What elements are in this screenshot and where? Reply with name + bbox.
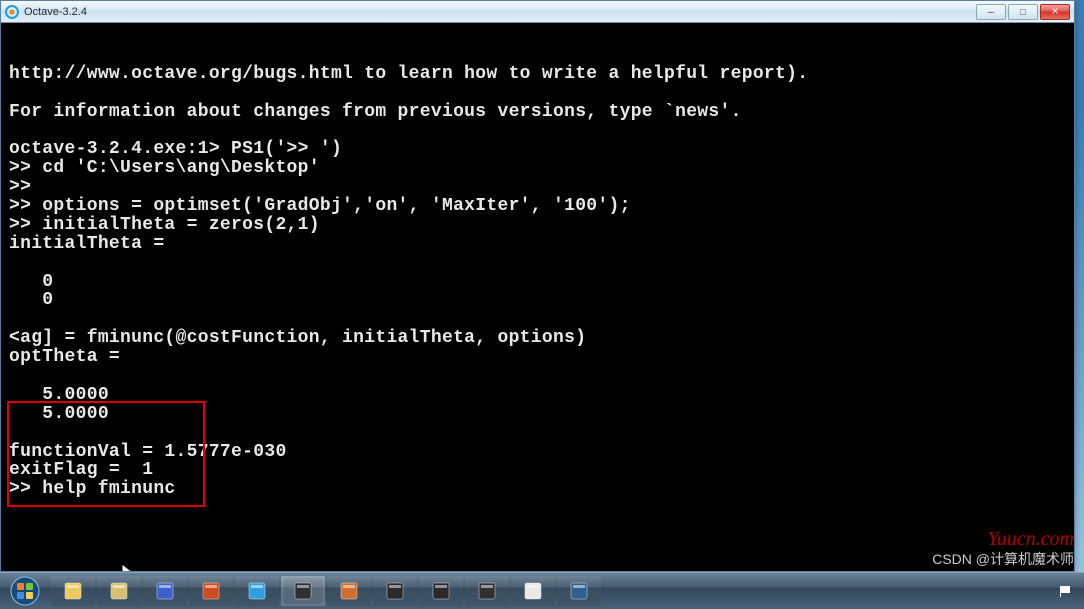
terminal-line	[9, 121, 1066, 140]
terminal[interactable]: http://www.octave.org/bugs.html to learn…	[1, 23, 1074, 571]
terminal-line: 5.0000	[9, 386, 1066, 405]
terminal-line: http://www.octave.org/bugs.html to learn…	[9, 65, 1066, 84]
terminal-line: >> options = optimset('GradObj','on', 'M…	[9, 197, 1066, 216]
terminal-line: initialTheta =	[9, 235, 1066, 254]
start-button[interactable]	[4, 574, 46, 608]
terminal-line	[9, 424, 1066, 443]
recorder-icon[interactable]	[419, 576, 463, 606]
editor-icon	[476, 580, 498, 602]
close-button[interactable]: ✕	[1040, 4, 1070, 20]
maximize-button[interactable]: □	[1008, 4, 1038, 20]
terminal-line: <ag] = fminunc(@costFunction, initialThe…	[9, 329, 1066, 348]
taskbar[interactable]	[0, 572, 1084, 609]
mouse-cursor-icon	[121, 563, 139, 571]
mozilla-icon[interactable]	[143, 576, 187, 606]
titlebar[interactable]: Octave-3.2.4 ─ □ ✕	[1, 1, 1074, 23]
explorer-icon	[62, 580, 84, 602]
action-center-icon[interactable]	[1058, 584, 1072, 598]
yuucn-watermark: Yuucn.com	[988, 528, 1074, 551]
terminal-line: >> cd 'C:\Users\ang\Desktop'	[9, 159, 1066, 178]
octave-icon[interactable]	[235, 576, 279, 606]
powerpoint-icon[interactable]	[189, 576, 233, 606]
terminal-line	[9, 367, 1066, 386]
terminal-line: exitFlag = 1	[9, 461, 1066, 480]
file-icon	[522, 580, 544, 602]
explorer-icon[interactable]	[51, 576, 95, 606]
camtasia-icon[interactable]	[373, 576, 417, 606]
editor-icon[interactable]	[465, 576, 509, 606]
file-icon[interactable]	[511, 576, 555, 606]
terminal-output: http://www.octave.org/bugs.html to learn…	[9, 65, 1066, 499]
powerpoint-icon	[200, 580, 222, 602]
terminal-line: For information about changes from previ…	[9, 103, 1066, 122]
terminal-line: 0	[9, 291, 1066, 310]
minimize-button[interactable]: ─	[976, 4, 1006, 20]
window-title: Octave-3.2.4	[24, 6, 87, 18]
desktop: Octave-3.2.4 ─ □ ✕ http://www.octave.org…	[0, 0, 1084, 609]
octave-terminal-icon[interactable]	[281, 576, 325, 606]
python-icon[interactable]	[557, 576, 601, 606]
task-items	[50, 576, 602, 606]
terminal-line: functionVal = 1.5777e-030	[9, 443, 1066, 462]
matlab-icon	[338, 580, 360, 602]
windows-logo-icon	[10, 576, 40, 606]
terminal-line	[9, 84, 1066, 103]
matlab-icon[interactable]	[327, 576, 371, 606]
mozilla-icon	[154, 580, 176, 602]
recorder-icon	[430, 580, 452, 602]
octave-icon	[246, 580, 268, 602]
terminal-line	[9, 254, 1066, 273]
terminal-line: >> initialTheta = zeros(2,1)	[9, 216, 1066, 235]
csdn-watermark: CSDN @计算机魔术师	[932, 549, 1074, 569]
python-icon	[568, 580, 590, 602]
terminal-line: >>	[9, 178, 1066, 197]
system-tray[interactable]	[1058, 584, 1080, 598]
window-controls: ─ □ ✕	[974, 4, 1070, 20]
terminal-line: 5.0000	[9, 405, 1066, 424]
octave-window: Octave-3.2.4 ─ □ ✕ http://www.octave.org…	[0, 0, 1075, 572]
octave-terminal-icon	[292, 580, 314, 602]
terminal-line: optTheta =	[9, 348, 1066, 367]
terminal-line: >> help fminunc	[9, 480, 1066, 499]
octave-app-icon	[5, 5, 19, 19]
terminal-line: 0	[9, 273, 1066, 292]
explorer-window-icon	[108, 580, 130, 602]
terminal-line: octave-3.2.4.exe:1> PS1('>> ')	[9, 140, 1066, 159]
terminal-line	[9, 310, 1066, 329]
camtasia-icon	[384, 580, 406, 602]
explorer-window-icon[interactable]	[97, 576, 141, 606]
